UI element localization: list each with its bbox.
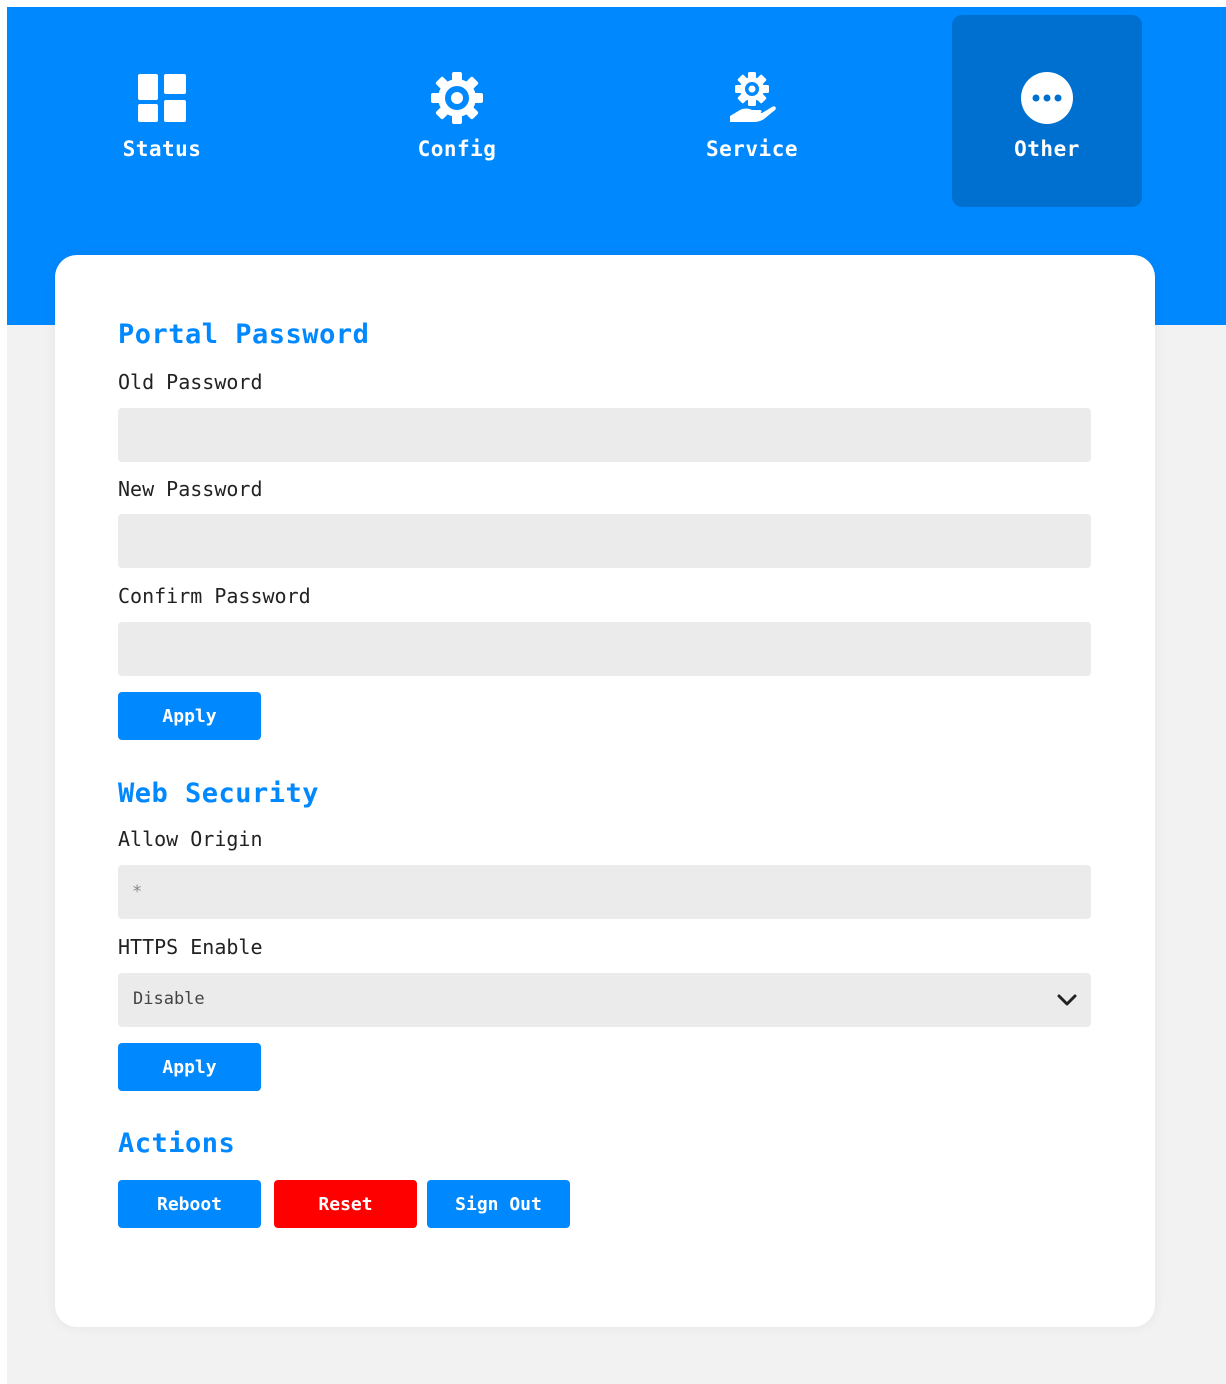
nav-status[interactable]: Status	[67, 15, 257, 207]
new-password-label: New Password	[118, 477, 263, 501]
web-security-apply-button[interactable]: Apply	[118, 1043, 261, 1091]
https-enable-label: HTTPS Enable	[118, 935, 263, 959]
https-enable-select[interactable]: Disable	[118, 973, 1091, 1027]
nav-status-label: Status	[122, 137, 202, 161]
confirm-password-input[interactable]	[118, 622, 1091, 676]
allow-origin-input[interactable]	[118, 865, 1091, 919]
section-title-portal-password: Portal Password	[118, 319, 370, 350]
reset-button[interactable]: Reset	[274, 1180, 417, 1228]
settings-card: Portal Password Old Password New Passwor…	[55, 255, 1155, 1327]
allow-origin-label: Allow Origin	[118, 827, 263, 851]
nav-other-label: Other	[1014, 137, 1080, 161]
nav-config[interactable]: Config	[362, 15, 552, 207]
more-dots-icon	[1019, 70, 1075, 126]
nav-config-label: Config	[417, 137, 497, 161]
dashboard-icon	[134, 70, 190, 126]
old-password-label: Old Password	[118, 370, 263, 394]
reboot-button[interactable]: Reboot	[118, 1180, 261, 1228]
old-password-input[interactable]	[118, 408, 1091, 462]
https-enable-selected-value: Disable	[133, 989, 205, 1009]
nav-other[interactable]: Other	[952, 15, 1142, 207]
new-password-input[interactable]	[118, 514, 1091, 568]
page-background: Status Config Service Other Portal Passw…	[7, 7, 1226, 1384]
portal-password-apply-button[interactable]: Apply	[118, 692, 261, 740]
nav-service[interactable]: Service	[657, 15, 847, 207]
sign-out-button[interactable]: Sign Out	[427, 1180, 570, 1228]
chevron-down-icon	[1055, 988, 1079, 1012]
service-hand-gear-icon	[724, 70, 780, 126]
section-title-web-security: Web Security	[118, 778, 320, 809]
nav-service-label: Service	[705, 137, 798, 161]
section-title-actions: Actions	[118, 1128, 236, 1159]
gear-icon	[429, 70, 485, 126]
confirm-password-label: Confirm Password	[118, 584, 311, 608]
